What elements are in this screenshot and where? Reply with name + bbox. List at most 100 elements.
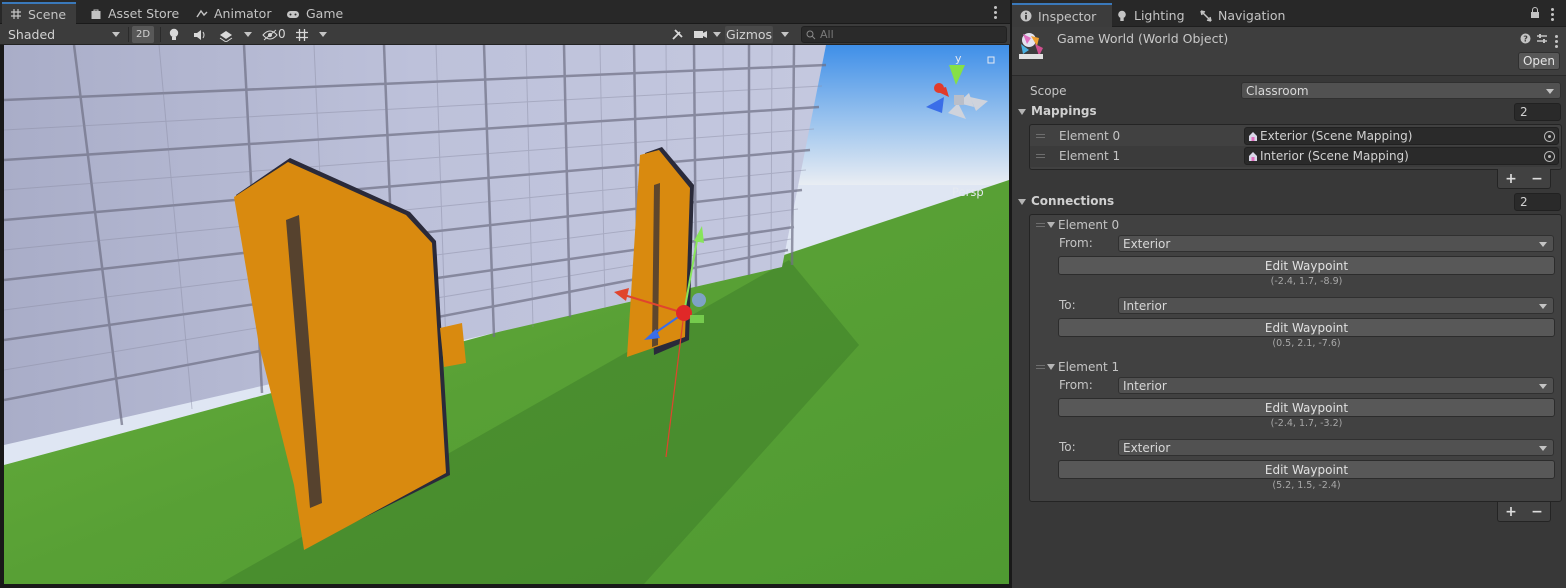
tools-button[interactable] <box>667 26 687 43</box>
scene-search-input[interactable]: All <box>801 26 1007 43</box>
mapping-0-value: Exterior (Scene Mapping) <box>1260 129 1413 143</box>
object-picker-icon[interactable] <box>1544 151 1555 162</box>
shading-mode-value: Shaded <box>8 27 56 42</box>
chevron-down-icon <box>1539 446 1547 451</box>
connection-1-from-edit-waypoint-button[interactable]: Edit Waypoint <box>1058 398 1555 417</box>
scene-tabbar: Scene Asset Store Animator Game <box>0 0 1010 24</box>
wrench-icon <box>671 29 683 40</box>
tab-label: Inspector <box>1038 8 1097 24</box>
connection-0-to-edit-waypoint-button[interactable]: Edit Waypoint <box>1058 318 1555 337</box>
connection-0-label: Element 0 <box>1058 218 1120 232</box>
open-button[interactable]: Open <box>1518 52 1560 70</box>
tab-game[interactable]: Game <box>278 3 353 24</box>
mappings-size-field[interactable]: 2 <box>1514 103 1561 121</box>
object-picker-icon[interactable] <box>1544 131 1555 142</box>
connection-1-to-value: Exterior <box>1123 440 1171 455</box>
tab-lighting[interactable]: Lighting <box>1108 4 1195 27</box>
tab-inspector[interactable]: Inspector <box>1012 3 1112 27</box>
tab-scene[interactable]: Scene <box>2 2 77 24</box>
element-foldout-icon[interactable] <box>1047 364 1055 370</box>
toolbar-divider <box>160 27 161 42</box>
tab-navigation[interactable]: Navigation <box>1192 4 1295 27</box>
connections-label: Connections <box>1031 194 1115 208</box>
connections-size-field[interactable]: 2 <box>1514 193 1561 211</box>
scene-mapping-icon <box>1249 131 1257 141</box>
scope-label: Scope <box>1030 84 1067 98</box>
grid-snap-icon[interactable] <box>295 28 309 42</box>
scene-render: y <box>4 45 1009 584</box>
inspector-menu-icon[interactable] <box>1551 8 1554 23</box>
inspector-tabbar: Inspector Lighting Navigation <box>1012 0 1566 27</box>
scope-dropdown[interactable]: Classroom <box>1241 82 1561 99</box>
more-options-icon[interactable] <box>994 6 997 21</box>
gizmos-label: Gizmos <box>725 27 773 42</box>
element-foldout-icon[interactable] <box>1047 222 1055 228</box>
chevron-down-icon <box>1539 304 1547 309</box>
add-mapping-button[interactable]: + <box>1505 171 1517 187</box>
mapping-0-label: Element 0 <box>1059 129 1121 143</box>
scene-viewport[interactable]: y Persp <box>4 45 1009 584</box>
gizmos-dropdown-icon[interactable] <box>781 32 789 37</box>
component-menu-icon[interactable] <box>1555 35 1558 50</box>
tab-label: Navigation <box>1218 8 1286 23</box>
shading-mode-dropdown[interactable]: Shaded <box>0 24 126 45</box>
connection-0-from-dropdown[interactable]: Exterior <box>1118 235 1554 252</box>
drag-handle-icon[interactable] <box>1036 154 1045 160</box>
tab-label: Scene <box>28 6 67 22</box>
projection-label[interactable]: Persp <box>952 185 984 199</box>
mapping-0-field[interactable]: Exterior (Scene Mapping) <box>1244 127 1559 145</box>
connection-1-from-label: From: <box>1059 378 1093 392</box>
mappings-foldout-icon[interactable] <box>1018 109 1026 115</box>
chevron-down-icon <box>1546 89 1554 94</box>
drag-handle-icon[interactable] <box>1036 134 1045 140</box>
connection-0-from-coord: (-2.4, 1.7, -8.9) <box>1270 276 1343 287</box>
grid-dropdown-icon[interactable] <box>319 32 327 37</box>
object-title: Game World (World Object) <box>1057 31 1229 46</box>
search-placeholder: All <box>820 28 834 41</box>
connection-0-to-label: To: <box>1059 298 1076 312</box>
tab-label: Animator <box>214 6 272 21</box>
mapping-1-value: Interior (Scene Mapping) <box>1260 149 1409 163</box>
connection-0-from-value: Exterior <box>1123 236 1171 251</box>
connections-footer: + − <box>1497 502 1551 522</box>
connections-foldout-icon[interactable] <box>1018 199 1026 205</box>
connection-1-to-dropdown[interactable]: Exterior <box>1118 439 1554 456</box>
search-icon <box>806 30 816 39</box>
help-icon[interactable]: ? <box>1520 33 1531 44</box>
camera-dropdown-icon[interactable] <box>713 32 721 37</box>
connection-0-from-edit-waypoint-button[interactable]: Edit Waypoint <box>1058 256 1555 275</box>
connection-0-from-label: From: <box>1059 236 1093 250</box>
preset-icon[interactable] <box>1536 33 1548 44</box>
connection-1-to-label: To: <box>1059 440 1076 454</box>
tab-animator[interactable]: Animator <box>188 3 281 24</box>
chevron-down-icon <box>1539 384 1547 389</box>
remove-mapping-button[interactable]: − <box>1531 171 1543 187</box>
remove-connection-button[interactable]: − <box>1531 504 1543 520</box>
mapping-1-field[interactable]: Interior (Scene Mapping) <box>1244 147 1559 165</box>
toggle-2d-button[interactable]: 2D <box>132 26 154 43</box>
scene-toolbar: Shaded 2D 0 Gizmos All <box>0 24 1010 45</box>
scene-mapping-icon <box>1249 151 1257 161</box>
connection-0-to-dropdown[interactable]: Interior <box>1118 297 1554 314</box>
toolbar-divider <box>128 27 129 42</box>
tab-label: Asset Store <box>108 6 180 21</box>
grid-icon <box>11 9 21 19</box>
lighting-toggle-icon[interactable] <box>168 28 180 42</box>
audio-toggle-icon[interactable] <box>193 29 207 41</box>
connection-1-from-dropdown[interactable]: Interior <box>1118 377 1554 394</box>
effects-dropdown-icon[interactable] <box>244 32 252 37</box>
lock-icon[interactable] <box>1530 7 1540 19</box>
effects-toggle-icon[interactable] <box>219 28 233 42</box>
drag-handle-icon[interactable] <box>1036 365 1045 371</box>
drag-handle-icon[interactable] <box>1036 223 1045 229</box>
navigation-icon <box>1200 9 1212 22</box>
camera-icon[interactable] <box>694 29 708 40</box>
chevron-down-icon <box>1539 242 1547 247</box>
inspector-header: Game World (World Object) ? Open <box>1012 27 1566 76</box>
world-object-icon <box>1019 33 1043 59</box>
gizmos-button[interactable]: Gizmos <box>725 26 773 43</box>
visibility-icon[interactable] <box>262 29 278 41</box>
add-connection-button[interactable]: + <box>1505 504 1517 520</box>
tab-asset-store[interactable]: Asset Store <box>82 3 189 24</box>
connection-1-to-edit-waypoint-button[interactable]: Edit Waypoint <box>1058 460 1555 479</box>
